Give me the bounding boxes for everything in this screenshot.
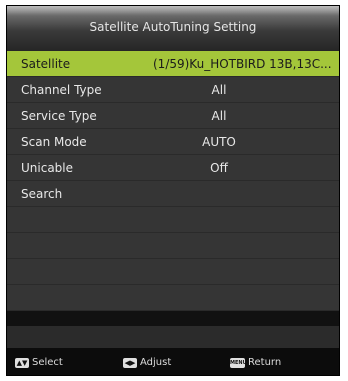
row-value: Off <box>210 161 228 175</box>
autotuning-dialog: Satellite AutoTuning Setting Satellite (… <box>6 5 340 376</box>
menu-key-icon: MENU <box>230 357 247 368</box>
row-label: Search <box>21 187 63 201</box>
dialog-title: Satellite AutoTuning Setting <box>89 20 257 34</box>
button-hints-bar: ▲▼ Select ◀▶ Adjust MENU Return <box>7 348 339 375</box>
row-label: Service Type <box>21 109 97 123</box>
hint-select: ▲▼ Select <box>15 357 63 368</box>
hint-adjust: ◀▶ Adjust <box>123 357 171 368</box>
left-right-arrows-icon: ◀▶ <box>123 357 137 368</box>
row-label: Unicable <box>21 161 74 175</box>
empty-row <box>7 233 339 259</box>
row-unicable[interactable]: Unicable Off <box>7 155 339 181</box>
row-value: AUTO <box>202 135 236 149</box>
row-search[interactable]: Search <box>7 181 339 207</box>
row-label: Scan Mode <box>21 135 87 149</box>
up-down-arrows-icon: ▲▼ <box>15 357 29 368</box>
settings-list: Satellite (1/59)Ku_HOTBIRD 13B,13C... Ch… <box>7 51 339 311</box>
row-channel-type[interactable]: Channel Type All <box>7 77 339 103</box>
row-value: (1/59)Ku_HOTBIRD 13B,13C... <box>153 57 332 71</box>
row-satellite[interactable]: Satellite (1/59)Ku_HOTBIRD 13B,13C... <box>7 51 339 77</box>
empty-row <box>7 285 339 311</box>
row-value: All <box>211 83 227 97</box>
header-gloss <box>7 6 339 16</box>
hint-return: MENU Return <box>230 357 281 368</box>
dialog-header: Satellite AutoTuning Setting <box>7 6 339 51</box>
empty-row <box>7 207 339 233</box>
hint-adjust-label: Adjust <box>140 357 172 368</box>
hint-return-label: Return <box>248 357 282 368</box>
row-scan-mode[interactable]: Scan Mode AUTO <box>7 129 339 155</box>
row-service-type[interactable]: Service Type All <box>7 103 339 129</box>
hint-select-label: Select <box>32 357 63 368</box>
footer-band <box>7 326 339 348</box>
row-label: Channel Type <box>21 83 102 97</box>
row-label: Satellite <box>21 57 71 71</box>
empty-row <box>7 259 339 285</box>
row-value: All <box>211 109 227 123</box>
